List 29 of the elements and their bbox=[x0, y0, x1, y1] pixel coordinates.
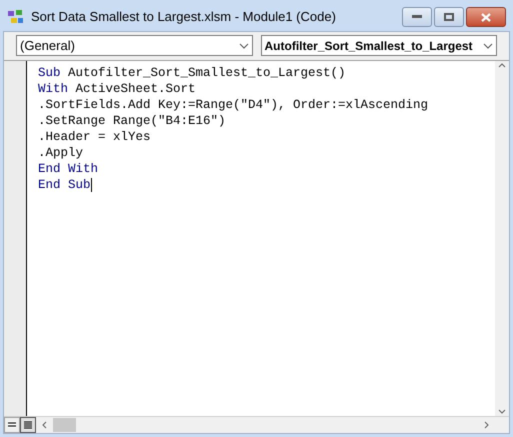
maximize-icon bbox=[444, 13, 454, 21]
code-line: With ActiveSheet.Sort bbox=[38, 81, 196, 97]
close-button[interactable] bbox=[466, 7, 506, 27]
object-dropdown[interactable]: (General) bbox=[16, 35, 252, 56]
scroll-thumb[interactable] bbox=[53, 418, 76, 432]
module-view-button[interactable] bbox=[20, 417, 36, 433]
minimize-icon bbox=[412, 15, 422, 19]
maximize-button[interactable] bbox=[434, 7, 464, 27]
window-title: Sort Data Smallest to Largest.xlsm - Module1 (Code) bbox=[31, 8, 337, 26]
scroll-right-icon bbox=[484, 421, 489, 429]
chevron-icon bbox=[483, 42, 493, 48]
code-line: .SortFields.Add Key:=Range("D4"), Order:=xlAscending bbox=[38, 97, 428, 113]
code-line: End With bbox=[38, 161, 98, 177]
chevron-icon bbox=[238, 42, 248, 48]
code-line: End Sub bbox=[38, 177, 92, 193]
code-line: .Apply bbox=[38, 145, 84, 161]
module-view-icon bbox=[23, 421, 33, 429]
procedure-view-icon bbox=[7, 421, 17, 429]
scroll-up-icon bbox=[498, 63, 506, 68]
procedure-dropdown[interactable]: Autofilter_Sort_Smallest_to_Largest bbox=[260, 35, 497, 56]
minimize-button[interactable] bbox=[402, 7, 432, 27]
app-icon bbox=[7, 9, 25, 25]
scroll-down-icon bbox=[498, 409, 506, 414]
scroll-left-icon bbox=[42, 421, 47, 429]
code-line: Sub Autofilter_Sort_Smallest_to_Largest() bbox=[38, 65, 346, 81]
code-line: .Header = xlYes bbox=[38, 129, 151, 145]
code-line: .SetRange Range("B4:E16") bbox=[38, 113, 226, 129]
close-icon bbox=[481, 12, 491, 22]
procedure-view-button[interactable] bbox=[4, 417, 20, 433]
